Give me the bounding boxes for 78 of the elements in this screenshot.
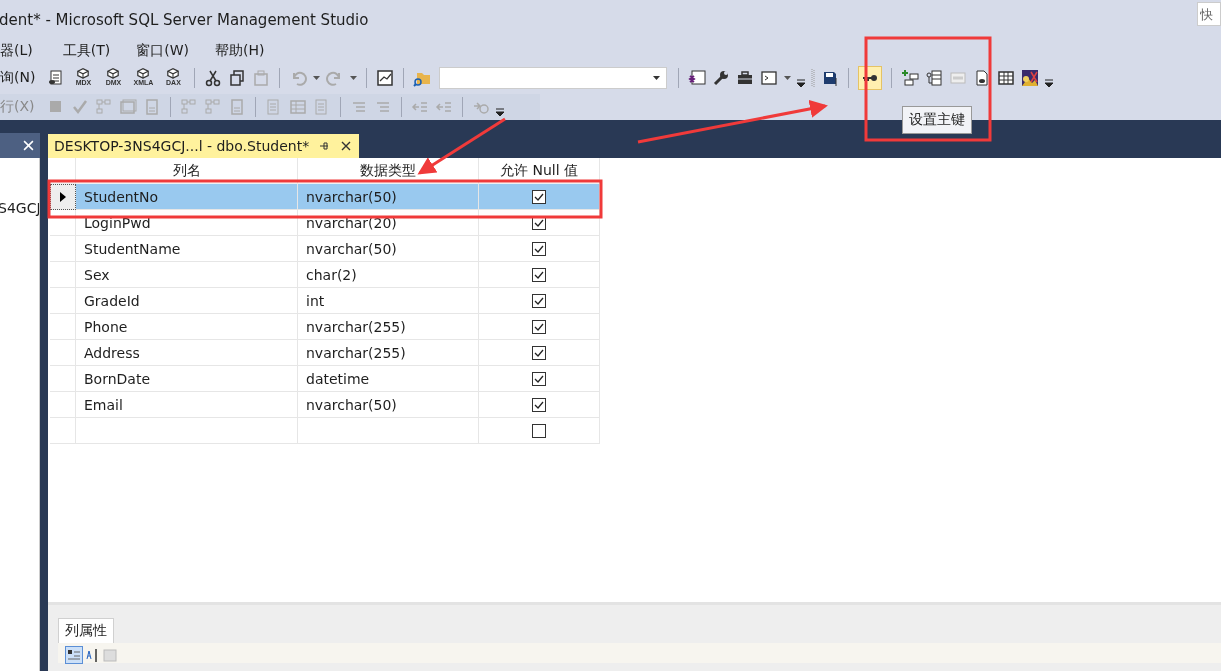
- table-cell[interactable]: char(2): [298, 262, 479, 288]
- grip-icon: [811, 68, 816, 88]
- table-cell[interactable]: Email: [76, 392, 298, 418]
- table-cell[interactable]: Phone: [76, 314, 298, 340]
- table-row[interactable]: BornDate datetime: [50, 366, 600, 392]
- table-row[interactable]: GradeId int: [50, 288, 600, 314]
- index-icon[interactable]: [925, 69, 944, 87]
- caret-icon[interactable]: [350, 76, 358, 80]
- table-cell[interactable]: [76, 418, 298, 444]
- scissors-icon[interactable]: [204, 69, 223, 87]
- table-row[interactable]: Email nvarchar(50): [50, 392, 600, 418]
- table-cell[interactable]: nvarchar(50): [298, 236, 479, 262]
- checkbox[interactable]: [532, 371, 546, 386]
- row-pointer-icon: [60, 192, 66, 202]
- wrench-icon[interactable]: [712, 69, 731, 87]
- cube-icon: [135, 66, 152, 79]
- window-title: dent* - Microsoft SQL Server Management Studio: [0, 11, 369, 29]
- table-row[interactable]: Phone nvarchar(255): [50, 314, 600, 340]
- document-tab[interactable]: DESKTOP-3NS4GCJ...l - dbo.Student*: [48, 134, 360, 158]
- checkbox[interactable]: [532, 319, 546, 334]
- quick-launch-field[interactable]: 快: [1197, 2, 1221, 26]
- chart-icon[interactable]: [376, 69, 395, 87]
- toolbar-button[interactable]: 询(N): [0, 69, 36, 87]
- menu-item[interactable]: 器(L): [0, 42, 33, 60]
- caret-icon[interactable]: [784, 76, 792, 80]
- checkbox[interactable]: [532, 345, 546, 360]
- table-cell[interactable]: GradeId: [76, 288, 298, 314]
- cube-icon: [165, 66, 182, 79]
- overflow-icon[interactable]: [797, 79, 806, 87]
- add-relationship-icon[interactable]: [901, 69, 920, 87]
- table-row[interactable]: Sex char(2): [50, 262, 600, 288]
- menu-item[interactable]: 窗口(W): [136, 42, 189, 60]
- checkbox[interactable]: [532, 397, 546, 412]
- menu-item[interactable]: 帮助(H): [215, 42, 265, 60]
- checkbox[interactable]: [532, 189, 546, 204]
- checkbox[interactable]: [532, 267, 546, 282]
- copy-icon[interactable]: [228, 69, 247, 87]
- table-cell[interactable]: StudentName: [76, 236, 298, 262]
- checkbox[interactable]: [532, 241, 546, 256]
- checkbox[interactable]: [532, 423, 546, 438]
- table-cell[interactable]: Address: [76, 340, 298, 366]
- table-cell[interactable]: nvarchar(255): [298, 314, 479, 340]
- caret-icon: [653, 76, 661, 80]
- table-cell[interactable]: nvarchar(255): [298, 340, 479, 366]
- table-row[interactable]: Address nvarchar(255): [50, 340, 600, 366]
- table-cell[interactable]: nvarchar(50): [298, 392, 479, 418]
- key-button[interactable]: [858, 66, 883, 90]
- terminal-icon[interactable]: [760, 69, 779, 87]
- table-row[interactable]: StudentNo nvarchar(50): [50, 184, 600, 210]
- cube-icon: [75, 66, 92, 79]
- image-icon[interactable]: [1021, 69, 1040, 87]
- row-header[interactable]: [50, 184, 76, 210]
- table-cell[interactable]: LoginPwd: [76, 210, 298, 236]
- table-cell[interactable]: int: [298, 288, 479, 314]
- toolbox-icon[interactable]: [736, 69, 755, 87]
- tooltip: 设置主键: [902, 106, 972, 134]
- window-icon[interactable]: [688, 69, 707, 87]
- tab-title: DESKTOP-3NS4GCJ...l - dbo.Student*: [54, 138, 310, 154]
- table-cell[interactable]: nvarchar(50): [298, 184, 479, 210]
- table-cell[interactable]: nvarchar(20): [298, 210, 479, 236]
- overflow-icon[interactable]: [1045, 79, 1054, 87]
- table-icon[interactable]: [997, 69, 1016, 87]
- close-icon[interactable]: [341, 141, 352, 151]
- table-cell[interactable]: StudentNo: [76, 184, 298, 210]
- table-cell[interactable]: Sex: [76, 262, 298, 288]
- table-cell[interactable]: [298, 418, 479, 444]
- table-cell[interactable]: datetime: [298, 366, 479, 392]
- properties-tab[interactable]: 列属性: [58, 618, 114, 643]
- menu-item[interactable]: 工具(T): [62, 42, 111, 60]
- table-row[interactable]: StudentName nvarchar(50): [50, 236, 600, 262]
- checkbox[interactable]: [532, 293, 546, 308]
- sort-icon[interactable]: [84, 647, 100, 663]
- caret-icon[interactable]: [313, 76, 321, 80]
- table-cell[interactable]: BornDate: [76, 366, 298, 392]
- cube-icon: [105, 66, 122, 79]
- table-row[interactable]: LoginPwd nvarchar(20): [50, 210, 600, 236]
- save-icon[interactable]: [821, 69, 840, 87]
- categorized-icon[interactable]: [66, 647, 82, 663]
